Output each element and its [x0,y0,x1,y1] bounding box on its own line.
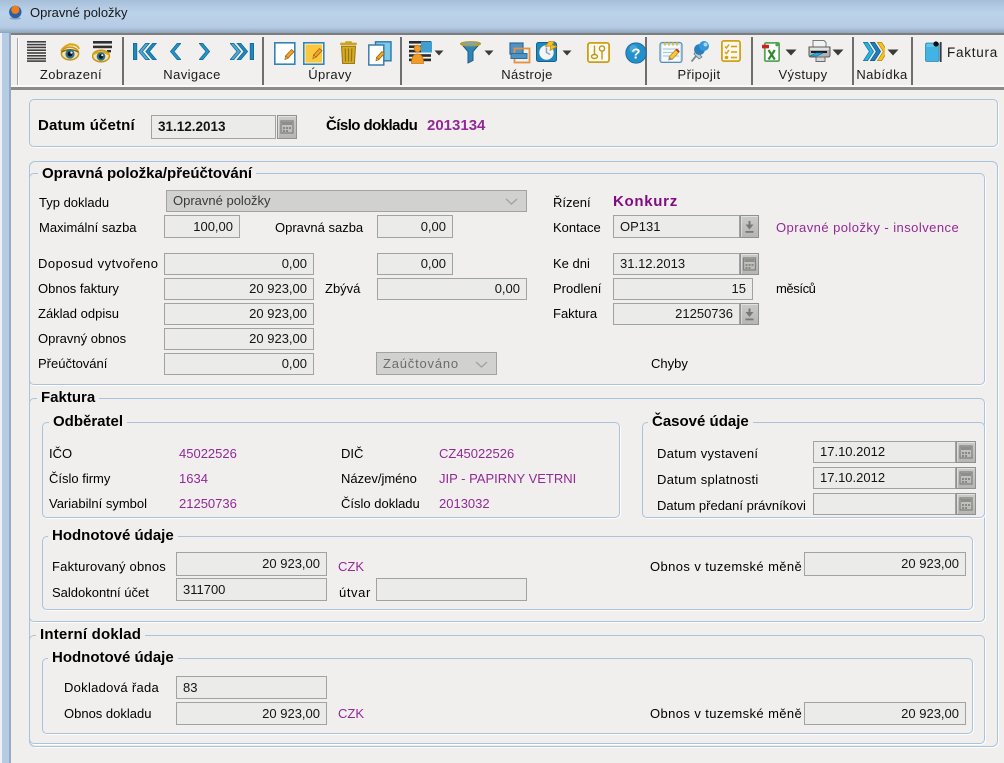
svg-text:?: ? [631,46,640,63]
